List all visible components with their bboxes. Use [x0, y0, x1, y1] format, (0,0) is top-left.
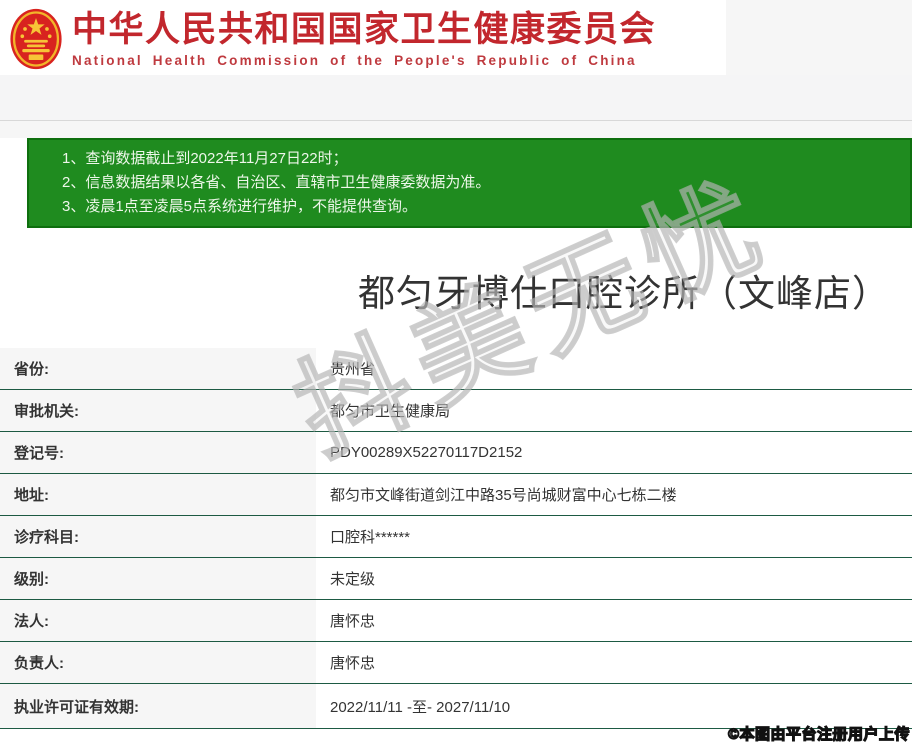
notice-line: 2、信息数据结果以各省、自治区、直辖市卫生健康委数据为准。	[62, 174, 491, 191]
row-label: 地址:	[0, 474, 316, 515]
row-label: 执业许可证有效期:	[0, 684, 316, 728]
national-emblem-icon	[10, 8, 62, 69]
row-value: 唐怀忠	[316, 600, 912, 641]
table-row-level: 级别: 未定级	[0, 558, 912, 600]
row-value: 口腔科******	[316, 516, 912, 557]
notice-box: 1、查询数据截止到2022年11月27日22时； 2、信息数据结果以各省、自治区…	[27, 138, 912, 228]
row-label: 审批机关:	[0, 390, 316, 431]
clinic-info-table: 省份: 贵州省 审批机关: 都匀市卫生健康局 登记号: PDY00289X522…	[0, 348, 912, 729]
table-row-approval-authority: 审批机关: 都匀市卫生健康局	[0, 390, 912, 432]
header-divider-band	[0, 75, 912, 121]
table-row-responsible-person: 负责人: 唐怀忠	[0, 642, 912, 684]
row-value: 未定级	[316, 558, 912, 599]
upload-attribution-text: ©本图由平台注册用户上传	[727, 725, 910, 743]
row-label: 省份:	[0, 348, 316, 389]
header-titles: 中华人民共和国国家卫生健康委员会 National Health Commiss…	[72, 10, 656, 68]
notice-top-spacer	[0, 121, 912, 138]
header-box: 中华人民共和国国家卫生健康委员会 National Health Commiss…	[0, 0, 726, 75]
row-label: 法人:	[0, 600, 316, 641]
row-value: 唐怀忠	[316, 642, 912, 683]
clinic-name-title: 都匀牙博仕口腔诊所（文峰店）	[358, 273, 890, 314]
header-bar: 中华人民共和国国家卫生健康委员会 National Health Commiss…	[0, 0, 912, 75]
notice-line: 1、查询数据截止到2022年11月27日22时；	[62, 150, 348, 167]
notice-line: 3、凌晨1点至凌晨5点系统进行维护，不能提供查询。	[62, 198, 418, 215]
row-label: 负责人:	[0, 642, 316, 683]
row-value: 都匀市文峰街道剑江中路35号尚城财富中心七栋二楼	[316, 474, 912, 515]
row-label: 登记号:	[0, 432, 316, 473]
site-title-chinese: 中华人民共和国国家卫生健康委员会	[72, 9, 657, 49]
row-label: 级别:	[0, 558, 316, 599]
row-value: 2022/11/11 -至- 2027/11/10	[316, 684, 912, 728]
table-row-treatment-subjects: 诊疗科目: 口腔科******	[0, 516, 912, 558]
table-row-legal-person: 法人: 唐怀忠	[0, 600, 912, 642]
row-value: 都匀市卫生健康局	[316, 390, 912, 431]
row-value: 贵州省	[316, 348, 912, 389]
row-value: PDY00289X52270117D2152	[316, 432, 912, 473]
table-row-registration-number: 登记号: PDY00289X52270117D2152	[0, 432, 912, 474]
table-row-province: 省份: 贵州省	[0, 348, 912, 390]
site-title-english: National Health Commission of the People…	[72, 52, 637, 68]
table-row-address: 地址: 都匀市文峰街道剑江中路35号尚城财富中心七栋二楼	[0, 474, 912, 516]
page: 中华人民共和国国家卫生健康委员会 National Health Commiss…	[0, 0, 912, 744]
row-label: 诊疗科目:	[0, 516, 316, 557]
